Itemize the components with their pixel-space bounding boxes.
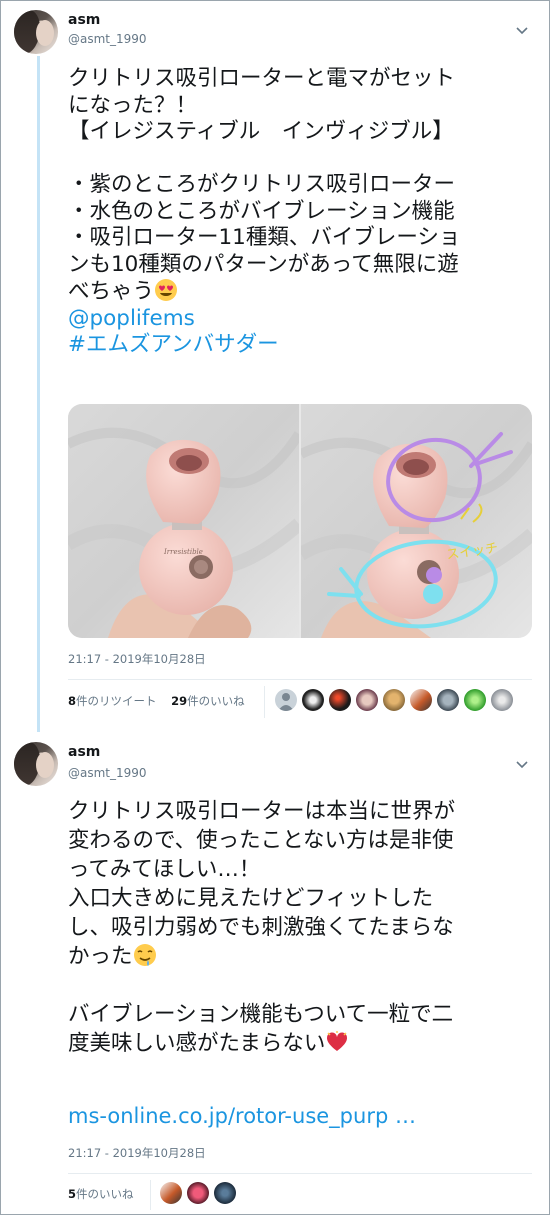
tweet-stats: 8件のリツイート 29件のいいね	[68, 693, 245, 709]
stats-separator	[150, 1180, 151, 1210]
tweet-line: 入口大きめに見えたけどフィットした	[68, 886, 434, 911]
user-name[interactable]: asm	[68, 12, 100, 28]
liker-avatar[interactable]	[437, 689, 459, 711]
user-name[interactable]: asm	[68, 744, 100, 760]
external-link[interactable]: ms-online.co.jp/rotor-use_purp …	[68, 1103, 538, 1130]
divider	[68, 1173, 532, 1174]
liker-avatar[interactable]	[275, 689, 297, 711]
liker-avatars	[275, 689, 525, 711]
tweet-line: ​	[68, 146, 538, 173]
tweet-line-with-emoji: べちゃう	[68, 278, 538, 306]
tweet-text: クリトリス吸引ローターと電マがセット になった？！ 【イレジスティブル インヴィジブ…	[68, 66, 538, 359]
tweet-line: ・吸引ローター11種類、バイブレーショ	[68, 225, 461, 250]
tweet-line: 変わるので、使ったことない方は是非使	[68, 828, 454, 853]
liker-avatars	[160, 1182, 240, 1204]
liker-avatar[interactable]	[187, 1182, 209, 1204]
hashtag-link[interactable]: #エムズアンバサダー	[68, 332, 538, 359]
tweet-media[interactable]: Irresistible スイッチ	[68, 404, 532, 638]
avatar[interactable]	[14, 742, 58, 786]
tweet-text: クリトリス吸引ローターは本当に世界が 変わるので、使ったことない方は是非使 ってみて…	[68, 797, 538, 1058]
drooling-emoji	[133, 944, 156, 966]
tweet-line: ・紫のところがクリトリス吸引ローター	[68, 172, 456, 197]
heart-eyes-emoji	[155, 279, 178, 301]
chevron-down-icon[interactable]	[516, 760, 528, 770]
tweet-line: かった	[68, 944, 133, 969]
user-handle[interactable]: @asmt_1990	[68, 32, 147, 46]
timestamp[interactable]: 21:17 - 2019年10月28日	[68, 1145, 206, 1161]
tweet-line: べちゃう	[68, 279, 155, 304]
tweet-line: ・水色のところがバイブレーション機能	[68, 198, 455, 224]
avatar[interactable]	[14, 10, 58, 54]
tweet-line-with-emoji: 度美味しい感がたまらない	[68, 1029, 538, 1058]
tweet-line: 【イレジスティブル インヴィジブル】	[68, 119, 454, 144]
liker-avatar[interactable]	[410, 689, 432, 711]
svg-text:Irresistible: Irresistible	[163, 548, 203, 556]
tweet-line: になった？！	[68, 92, 198, 118]
like-count[interactable]: 29件のいいね	[171, 694, 245, 708]
like-count[interactable]: 5件のいいね	[68, 1187, 134, 1201]
tweet-line: 度美味しい感がたまらない	[68, 1031, 326, 1056]
liker-avatar[interactable]	[383, 689, 405, 711]
mention-link[interactable]: @poplifems	[68, 306, 538, 333]
tweet-stats: 5件のいいね	[68, 1186, 134, 1202]
liker-avatar[interactable]	[329, 689, 351, 711]
thread-line	[37, 56, 40, 732]
sparkling-heart-emoji	[327, 1031, 348, 1051]
stats-separator	[264, 686, 265, 718]
liker-avatar[interactable]	[491, 689, 513, 711]
tweet-line-with-emoji: かった	[68, 942, 538, 971]
photo-annotated[interactable]: スイッチ	[301, 404, 532, 638]
timestamp[interactable]: 21:17 - 2019年10月28日	[68, 651, 206, 667]
tweet-line: クリトリス吸引ローターは本当に世界が	[68, 799, 456, 824]
liker-avatar[interactable]	[464, 689, 486, 711]
tweet-line: クリトリス吸引ローターと電マがセット	[68, 66, 456, 91]
tweet-line: し、吸引力弱めでも刺激強くてたまらな	[68, 915, 454, 940]
liker-avatar[interactable]	[356, 689, 378, 711]
tweet-line: ​	[68, 971, 538, 1000]
tweet-line: バイブレーション機能もついて一粒で二	[68, 1002, 454, 1027]
retweet-count[interactable]: 8件のリツイート	[68, 694, 157, 708]
chevron-down-icon[interactable]	[516, 26, 528, 36]
photo-product[interactable]: Irresistible	[68, 404, 299, 638]
liker-avatar[interactable]	[302, 689, 324, 711]
tweet-line: ってみてほしい…！	[68, 857, 261, 882]
user-handle[interactable]: @asmt_1990	[68, 766, 147, 780]
tweet-line: ンも10種類のパターンがあって無限に遊	[68, 251, 459, 277]
liker-avatar[interactable]	[214, 1182, 236, 1204]
divider	[68, 679, 532, 680]
liker-avatar[interactable]	[160, 1182, 182, 1204]
